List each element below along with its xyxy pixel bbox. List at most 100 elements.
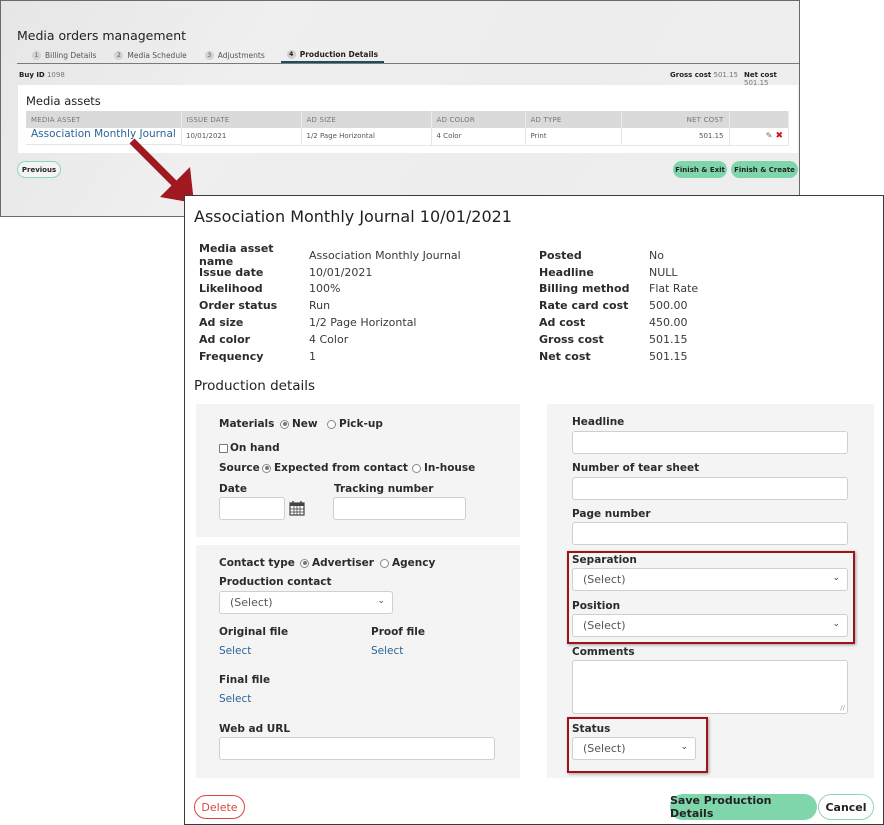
- net-cost-cell: 501.15: [621, 128, 730, 146]
- net-cost-label: Net cost: [744, 71, 777, 79]
- gross-cost-summary: Gross cost 501.15: [670, 71, 738, 79]
- info-value: Flat Rate: [649, 282, 699, 296]
- info-value: No: [649, 248, 664, 262]
- col-ad-type: AD TYPE: [525, 111, 622, 128]
- select-value: (Select): [230, 596, 273, 609]
- gross-cost-label: Gross cost: [670, 71, 712, 79]
- proof-file-label: Proof file: [371, 626, 426, 638]
- radio-unselected: [380, 558, 389, 568]
- info-value: 501.15: [649, 349, 688, 363]
- info-label: Order status: [199, 299, 278, 313]
- headline-input[interactable]: [572, 431, 848, 454]
- radio-selected: [280, 419, 289, 429]
- contact-type-label: Contact type: [219, 557, 295, 569]
- source-label: Source: [219, 462, 260, 474]
- col-ad-color: AD COLOR: [431, 111, 526, 128]
- on-hand-checkbox[interactable]: On hand: [219, 442, 280, 454]
- tear-sheet-label: Number of tear sheet: [572, 462, 700, 474]
- production-details-heading: Production details: [194, 378, 316, 394]
- page-title: Media orders management: [17, 28, 187, 43]
- wizard-tabs: 1 Billing Details 2 Media Schedule 3 Adj…: [17, 47, 799, 64]
- tab-billing-details[interactable]: 1 Billing Details: [30, 47, 98, 63]
- info-label: Ad size: [199, 316, 244, 330]
- contact-agency-radio[interactable]: Agency: [380, 557, 435, 569]
- step-number: 1: [32, 50, 41, 60]
- info-row-billing-method: Billing method Flat Rate: [539, 281, 698, 298]
- previous-button[interactable]: Previous: [17, 161, 61, 178]
- info-row-gross-cost: Gross cost 501.15: [539, 331, 698, 348]
- radio-unselected: [412, 463, 421, 473]
- proof-file-select-link[interactable]: Select: [371, 645, 403, 657]
- asset-info-left: Media asset name Association Monthly Jour…: [199, 242, 461, 365]
- info-label: Frequency: [199, 349, 264, 363]
- asset-info-right: Posted No Headline NULL Billing method Flat…: [539, 247, 698, 365]
- info-value: Association Monthly Journal: [309, 248, 461, 262]
- highlight-box-status: [567, 717, 708, 773]
- delete-button[interactable]: Delete: [194, 795, 245, 819]
- option-label: On hand: [230, 442, 280, 454]
- materials-pickup-radio[interactable]: Pick-up: [327, 418, 383, 430]
- tab-adjustments[interactable]: 3 Adjustments: [203, 47, 267, 63]
- info-label: Posted: [539, 248, 582, 262]
- info-row-ad-cost: Ad cost 450.00: [539, 314, 698, 331]
- web-ad-url-input[interactable]: [219, 737, 495, 760]
- date-label: Date: [219, 483, 247, 495]
- info-row-likelihood: Likelihood 100%: [199, 281, 461, 298]
- tracking-number-input[interactable]: [333, 497, 466, 520]
- materials-label: Materials: [219, 418, 275, 430]
- comments-textarea[interactable]: ∕∕: [572, 660, 848, 714]
- tear-sheet-input[interactable]: [572, 477, 848, 500]
- save-production-details-button[interactable]: Save Production Details: [670, 794, 817, 820]
- ad-color-cell: 4 Color: [431, 128, 526, 146]
- tab-label: Media Schedule: [127, 50, 187, 60]
- tab-label: Billing Details: [45, 50, 97, 60]
- original-file-select-link[interactable]: Select: [219, 645, 251, 657]
- source-expected-radio[interactable]: Expected from contact: [262, 462, 408, 474]
- info-label: Net cost: [539, 349, 591, 363]
- resize-grip-icon[interactable]: ∕∕: [840, 704, 845, 712]
- page-number-input[interactable]: [572, 522, 848, 545]
- tab-label: Adjustments: [217, 50, 265, 60]
- info-value: 500.00: [649, 299, 688, 313]
- final-file-label: Final file: [219, 674, 271, 686]
- info-label: Issue date: [199, 265, 264, 279]
- finish-exit-button[interactable]: Finish & Exit: [673, 161, 727, 178]
- info-value: 10/01/2021: [309, 265, 373, 279]
- step-number: 3: [204, 50, 214, 60]
- radio-unselected: [327, 419, 336, 429]
- buy-id: Buy ID 1098: [19, 71, 65, 79]
- final-file-select-link[interactable]: Select: [219, 693, 251, 705]
- dialog-title: Association Monthly Journal 10/01/2021: [194, 207, 512, 226]
- step-number: 4: [286, 49, 296, 59]
- pencil-icon[interactable]: ✎: [766, 131, 773, 140]
- tab-media-schedule[interactable]: 2 Media Schedule: [112, 47, 188, 63]
- info-label: Headline: [539, 265, 594, 279]
- tab-production-details[interactable]: 4 Production Details: [280, 47, 385, 63]
- contact-panel: Contact type Advertiser Agency Productio…: [196, 545, 520, 778]
- ad-size-cell: 1/2 Page Horizontal: [301, 128, 432, 146]
- info-row-frequency: Frequency 1: [199, 348, 461, 365]
- finish-create-button[interactable]: Finish & Create: [731, 161, 798, 178]
- info-label: Rate card cost: [539, 299, 629, 313]
- radio-selected: [262, 463, 271, 473]
- cancel-button[interactable]: Cancel: [818, 794, 874, 820]
- calendar-icon[interactable]: [289, 500, 305, 516]
- gross-cost-value: 501.15: [713, 71, 738, 79]
- contact-advertiser-radio[interactable]: Advertiser: [300, 557, 374, 569]
- tab-label: Production Details: [299, 49, 379, 59]
- info-row-ad-size: Ad size 1/2 Page Horizontal: [199, 314, 461, 331]
- production-contact-select[interactable]: (Select) ⌄: [219, 591, 393, 614]
- buy-id-value: 1098: [46, 71, 65, 79]
- headline-label: Headline: [572, 416, 625, 428]
- media-assets-title: Media assets: [26, 94, 101, 108]
- info-label: Ad color: [199, 332, 251, 346]
- info-value: 100%: [309, 282, 341, 296]
- source-inhouse-radio[interactable]: In-house: [412, 462, 475, 474]
- option-label: In-house: [424, 462, 476, 474]
- delete-x-icon[interactable]: ✖: [775, 131, 783, 141]
- info-row-ad-color: Ad color 4 Color: [199, 331, 461, 348]
- date-input[interactable]: [219, 497, 285, 520]
- materials-new-radio[interactable]: New: [280, 418, 318, 430]
- info-value: NULL: [649, 265, 678, 279]
- checkbox-unchecked: [219, 443, 228, 453]
